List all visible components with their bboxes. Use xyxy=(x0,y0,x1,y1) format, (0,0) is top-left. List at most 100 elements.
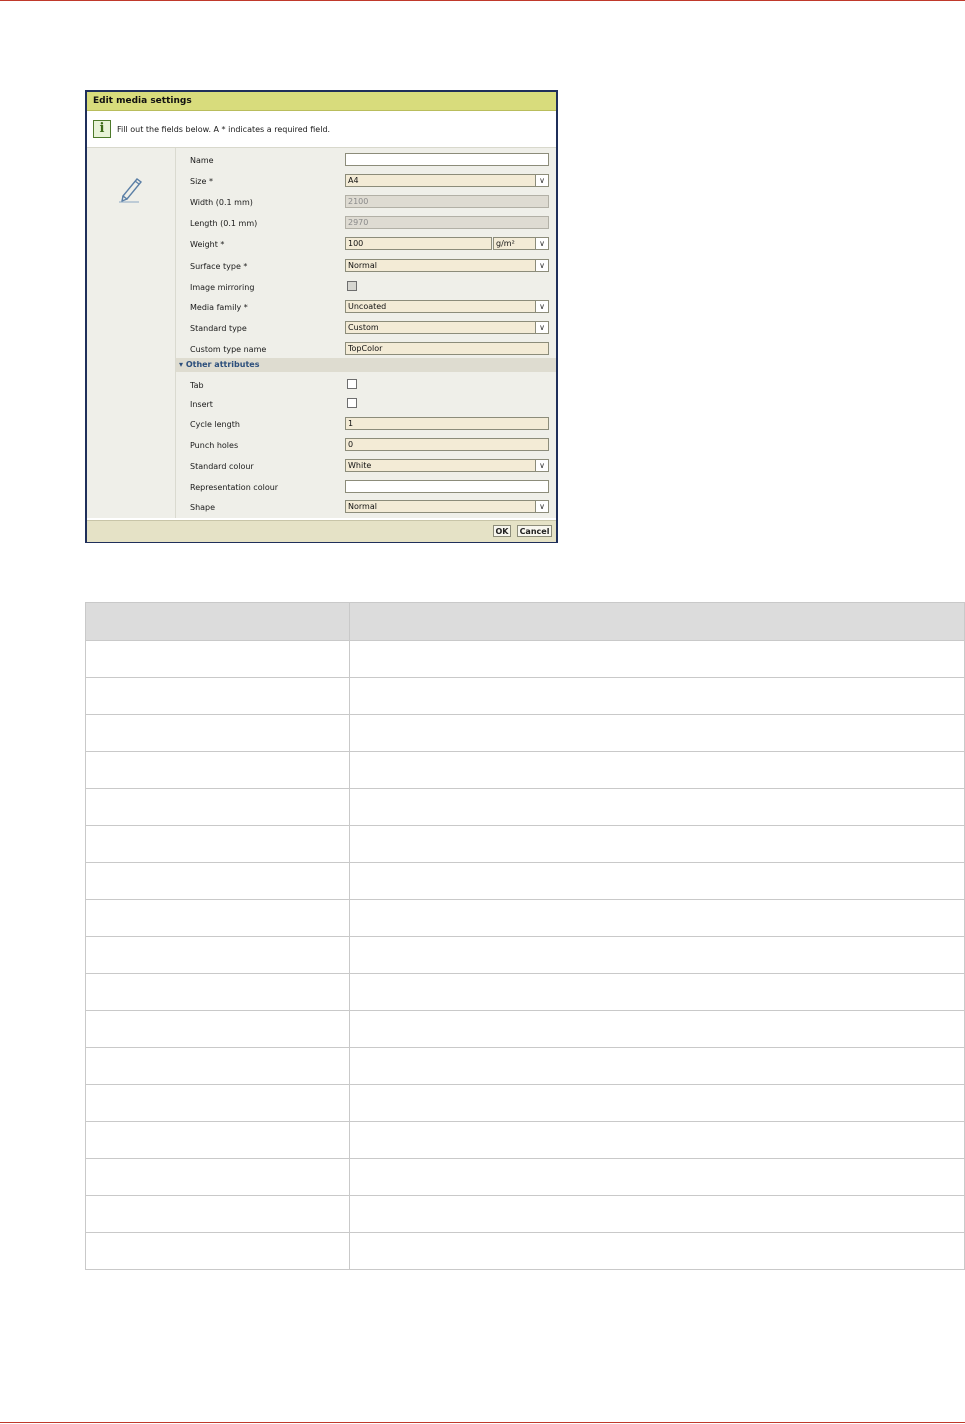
size-select[interactable]: A4 ∨ xyxy=(345,174,549,187)
weight-unit-select[interactable]: g/m² ∨ xyxy=(493,237,549,250)
row-standard-type: Standard type Custom ∨ xyxy=(176,321,556,341)
row-shape: Shape Normal ∨ xyxy=(176,500,556,520)
pencil-icon xyxy=(119,178,143,203)
chevron-down-icon[interactable]: ∨ xyxy=(535,175,548,186)
dialog-left-pane xyxy=(87,148,176,518)
length-label: Length (0.1 mm) xyxy=(190,219,258,228)
punch-holes-input[interactable]: 0 xyxy=(345,438,549,451)
standard-type-value: Custom xyxy=(348,323,379,332)
edit-media-settings-dialog: Edit media settings i Fill out the field… xyxy=(85,90,558,543)
standard-colour-select[interactable]: White ∨ xyxy=(345,459,549,472)
shape-value: Normal xyxy=(348,502,377,511)
chevron-down-icon[interactable]: ∨ xyxy=(535,301,548,312)
table-body xyxy=(85,640,965,1270)
table-cell xyxy=(349,862,965,900)
custom-type-name-label: Custom type name xyxy=(190,345,267,354)
table-cell xyxy=(85,936,350,974)
media-family-select[interactable]: Uncoated ∨ xyxy=(345,300,549,313)
standard-colour-value: White xyxy=(348,461,372,470)
table-cell xyxy=(85,1084,350,1122)
table-cell xyxy=(349,1195,965,1233)
table-cell xyxy=(349,788,965,826)
table-cell xyxy=(85,1232,350,1270)
table-cell xyxy=(349,1047,965,1085)
row-image-mirroring: Image mirroring xyxy=(176,280,556,300)
table-row xyxy=(85,1232,965,1270)
table-cell xyxy=(85,640,350,678)
representation-colour-input[interactable] xyxy=(345,480,549,493)
cancel-button[interactable]: Cancel xyxy=(517,525,552,537)
table-cell xyxy=(85,1010,350,1048)
table-row xyxy=(85,936,965,974)
media-family-value: Uncoated xyxy=(348,302,387,311)
table-cell xyxy=(349,677,965,715)
table-row xyxy=(85,1047,965,1085)
table-row xyxy=(85,825,965,863)
table-cell xyxy=(349,899,965,937)
table-row xyxy=(85,677,965,715)
row-punch-holes: Punch holes 0 xyxy=(176,438,556,458)
info-bar: i Fill out the fields below. A * indicat… xyxy=(87,111,556,148)
surface-type-label: Surface type * xyxy=(190,262,248,271)
info-text: Fill out the fields below. A * indicates… xyxy=(117,124,331,134)
table-row xyxy=(85,1195,965,1233)
chevron-down-icon[interactable]: ∨ xyxy=(535,460,548,471)
table-cell xyxy=(85,677,350,715)
width-input: 2100 xyxy=(345,195,549,208)
row-surface-type: Surface type * Normal ∨ xyxy=(176,259,556,279)
table-cell xyxy=(85,973,350,1011)
weight-input[interactable]: 100 xyxy=(345,237,492,250)
table-row xyxy=(85,788,965,826)
surface-type-select[interactable]: Normal ∨ xyxy=(345,259,549,272)
cycle-length-input[interactable]: 1 xyxy=(345,417,549,430)
table-row xyxy=(85,973,965,1011)
row-weight: Weight * 100 g/m² ∨ xyxy=(176,237,556,257)
table-row xyxy=(85,751,965,789)
dialog-title: Edit media settings xyxy=(87,92,556,111)
tab-label: Tab xyxy=(190,381,204,390)
dialog-footer: OK Cancel xyxy=(87,520,556,542)
weight-label: Weight * xyxy=(190,240,225,249)
weight-unit-value: g/m² xyxy=(496,239,515,248)
size-label: Size * xyxy=(190,177,213,186)
name-input[interactable] xyxy=(345,153,549,166)
table-cell xyxy=(349,1084,965,1122)
size-value: A4 xyxy=(348,176,359,185)
insert-checkbox[interactable] xyxy=(347,398,357,408)
table-cell xyxy=(349,1158,965,1196)
other-attributes-toggle[interactable]: ▾ Other attributes xyxy=(176,358,556,372)
image-mirroring-checkbox[interactable] xyxy=(347,281,357,291)
custom-type-name-input[interactable]: TopColor xyxy=(345,342,549,355)
chevron-down-icon[interactable]: ∨ xyxy=(535,501,548,512)
table-cell xyxy=(85,1195,350,1233)
row-name: Name xyxy=(176,153,556,173)
table-cell xyxy=(349,640,965,678)
row-tab: Tab xyxy=(176,378,556,398)
table-header-row xyxy=(85,602,965,641)
cycle-length-label: Cycle length xyxy=(190,420,240,429)
shape-select[interactable]: Normal ∨ xyxy=(345,500,549,513)
other-attributes-header: Other attributes xyxy=(185,360,260,369)
table-cell xyxy=(85,1158,350,1196)
table-cell xyxy=(85,825,350,863)
ok-button[interactable]: OK xyxy=(493,525,511,537)
table-row xyxy=(85,1010,965,1048)
table-header-cell xyxy=(349,602,965,641)
standard-type-select[interactable]: Custom ∨ xyxy=(345,321,549,334)
page-top-rule xyxy=(0,0,965,1)
shape-label: Shape xyxy=(190,503,216,512)
table-row xyxy=(85,1158,965,1196)
table-row xyxy=(85,862,965,900)
chevron-down-icon[interactable]: ∨ xyxy=(535,322,548,333)
table-header-cell xyxy=(85,602,350,641)
form-pane: Name Size * A4 ∨ Width (0.1 mm) 2100 Leng… xyxy=(176,148,556,518)
standard-type-label: Standard type xyxy=(190,324,247,333)
chevron-down-icon[interactable]: ∨ xyxy=(535,260,548,271)
table-cell xyxy=(349,751,965,789)
tab-checkbox[interactable] xyxy=(347,379,357,389)
row-insert: Insert xyxy=(176,397,556,417)
table-cell xyxy=(349,973,965,1011)
table-cell xyxy=(349,825,965,863)
chevron-down-icon[interactable]: ∨ xyxy=(535,238,548,249)
insert-label: Insert xyxy=(190,400,213,409)
